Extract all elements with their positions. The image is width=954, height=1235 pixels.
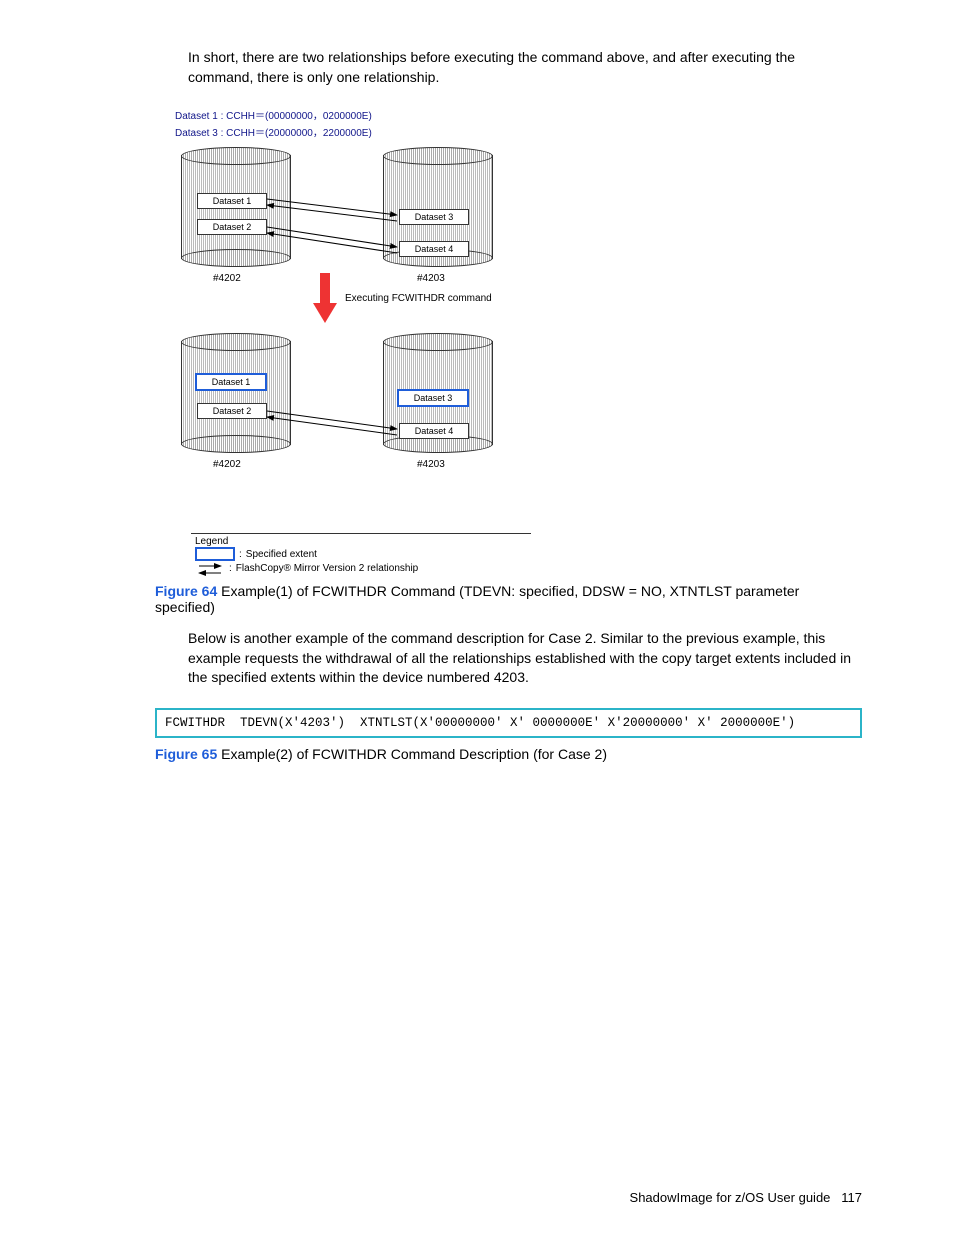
- ds1-top: Dataset 1: [197, 193, 267, 209]
- figure65-label: Figure 65: [155, 746, 217, 762]
- ds4-top: Dataset 4: [399, 241, 469, 257]
- dev-left-bot: #4202: [213, 459, 241, 470]
- ds3-bot: Dataset 3: [397, 389, 469, 407]
- legend-arrow-icon: [195, 561, 225, 575]
- dev-right-bot: #4203: [417, 459, 445, 470]
- ds2-top: Dataset 2: [197, 219, 267, 235]
- exec-label: Executing FCWITHDR command: [345, 293, 492, 304]
- figure64-caption: Figure 64 Example(1) of FCWITHDR Command…: [155, 583, 862, 615]
- code-example: FCWITHDR TDEVN(X'4203') XTNTLST(X'000000…: [155, 708, 862, 738]
- dev-right-top: #4203: [417, 273, 445, 284]
- page-footer: ShadowImage for z/OS User guide 117: [630, 1190, 862, 1205]
- legend-extent-swatch: [195, 547, 235, 561]
- red-arrow-icon: [313, 273, 337, 325]
- legend-extent-text: Specified extent: [246, 549, 317, 560]
- ds1-bot: Dataset 1: [195, 373, 267, 391]
- legend-rel-text: FlashCopy® Mirror Version 2 relationship: [236, 563, 418, 574]
- dataset3-cchh: Dataset 3 : CCHH＝(20000000，2200000E): [175, 124, 862, 139]
- legend-title: Legend: [195, 536, 513, 547]
- dataset1-cchh: Dataset 1 : CCHH＝(00000000，0200000E): [175, 107, 862, 122]
- figure64-label: Figure 64: [155, 583, 217, 599]
- diagram-figure64: Dataset 1 Dataset 2 Dataset 3 Dataset 4 …: [173, 141, 513, 531]
- ds3-top: Dataset 3: [399, 209, 469, 225]
- dev-left-top: #4202: [213, 273, 241, 284]
- paragraph-case2: Below is another example of the command …: [188, 629, 862, 688]
- ds4-bot: Dataset 4: [399, 423, 469, 439]
- intro-paragraph: In short, there are two relationships be…: [188, 48, 862, 87]
- ds2-bot: Dataset 2: [197, 403, 267, 419]
- figure65-caption: Figure 65 Example(2) of FCWITHDR Command…: [155, 746, 862, 762]
